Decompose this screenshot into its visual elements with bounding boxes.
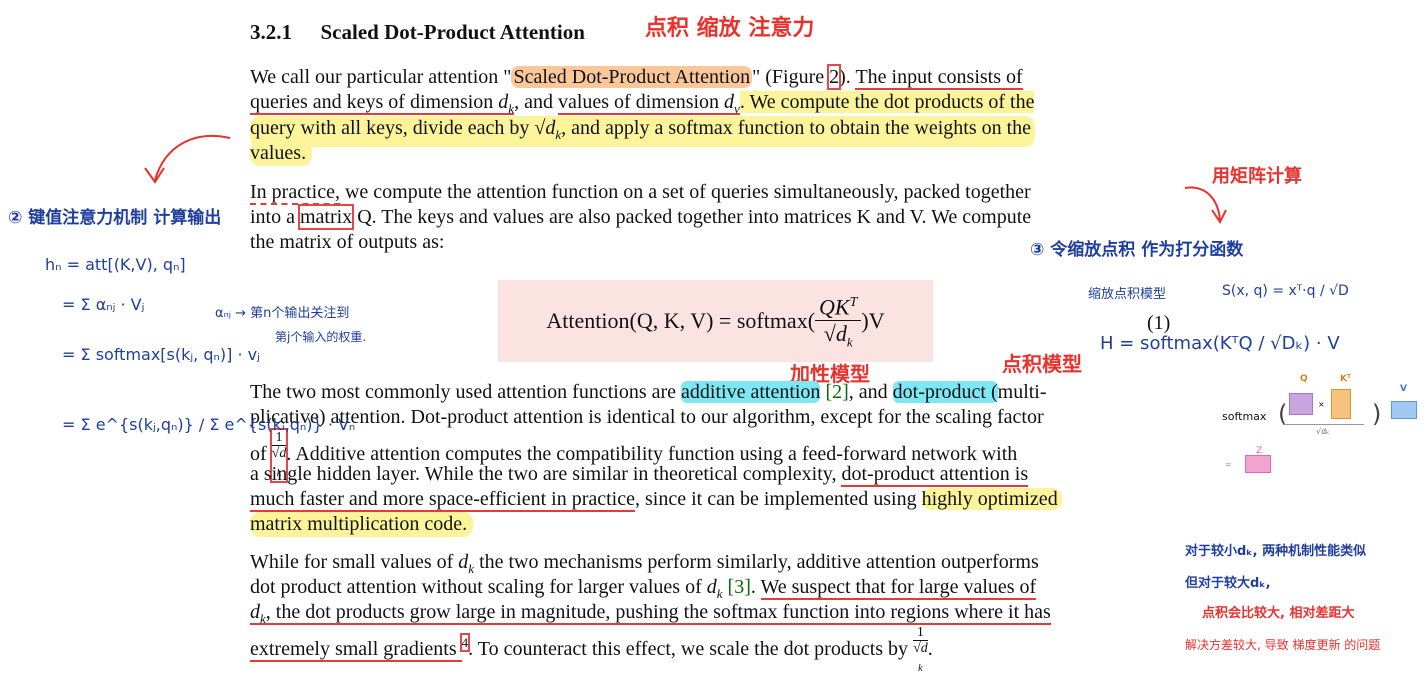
annotation-dot: 点积模型 [1002,352,1082,376]
note-h4: = Σ e^{s(kⱼ,qₙ)} / Σ e^{s(kᵢ,qₙ)} · Vₙ [62,415,356,434]
para1-line4: values. [250,141,313,166]
curved-arrow-icon [144,134,231,184]
note-h1: hₙ = att[(K,V), qₙ] [45,255,186,274]
section-heading: 3.2.1 Scaled Dot-Product Attention [250,20,585,45]
note-s-formula: S(x, q) = xᵀ·q / √D [1222,283,1349,299]
figure-ref-link[interactable]: 2 [827,64,842,90]
annotation-heading: 点积 缩放 注意力 [645,16,815,41]
z-matrix-icon [1245,455,1271,473]
para3-line2: plicative) attention. Dot-product attent… [250,406,1044,428]
para3-line6: matrix multiplication code. [250,512,474,537]
para3-line1: The two most commonly used attention fun… [250,381,1047,403]
para2-line3: the matrix of outputs as: [250,231,445,253]
note-h3: = Σ softmax[s(kⱼ, qₙ)] · vⱼ [62,345,260,364]
section-title: Scaled Dot-Product Attention [320,20,585,44]
note-alpha2: 第j个输入的权重. [275,330,367,344]
attention-formula: Attention(Q, K, V) = softmax( QKT √dk )V [498,280,933,362]
kt-matrix-icon [1331,389,1351,419]
note-right3: 点积会比较大, 相对差距大 [1202,606,1355,621]
matrix-box: matrix [297,204,355,230]
para3-line5: much faster and more space-efficient in … [250,487,1062,512]
equation-number: (1) [1147,312,1171,334]
para1-line3: query with all keys, divide each by √dk,… [250,116,1036,147]
note-right2: 但对于较大dₖ, [1185,576,1271,591]
ref-2-link[interactable]: [2] [820,381,848,403]
para4-line4: extremely small gradients 4. To countera… [250,625,933,674]
arrow-down-icon [1184,186,1227,224]
para2-line2: into a matrix Q. The keys and values are… [250,204,1032,230]
scale-fraction: 1 √d k [913,625,928,674]
note-score-fn: ③ 令缩放点积 作为打分函数 [1030,240,1244,260]
ref-3-link[interactable]: [3] [723,576,751,598]
highlight-additive: additive attention [681,381,821,403]
note-H-formula: H = softmax(KᵀQ / √Dₖ) · V [1100,333,1340,354]
highlight-scaled-dot-product: Scaled Dot-Product Attention [511,66,753,88]
note-alpha: αₙⱼ → 第n个输出关注到 [215,306,350,321]
v-matrix-icon [1391,401,1417,419]
note-model: 缩放点积模型 [1088,287,1167,302]
softmax-diagram: softmax ( Q × Kᵀ √dₖ ) V Z = [1220,372,1420,482]
note-right1: 对于较小dₖ, 两种机制性能类似 [1185,544,1367,559]
para2-line1: In practice, we compute the attention fu… [250,181,1031,205]
note-h2: = Σ αₙⱼ · Vⱼ [62,295,145,314]
note-left-title: ② 键值注意力机制 计算输出 [8,208,222,228]
section-number: 3.2.1 [250,20,292,44]
highlight-dot-product: dot-product ( [892,381,998,403]
q-matrix-icon [1289,393,1313,415]
para1-line1: We call our particular attention " Scaled… [250,64,1023,90]
note-right4: 解决方差较大, 导致 梯度更新 的问题 [1185,638,1381,652]
para3-line4: a single hidden layer. While the two are… [250,463,1029,487]
